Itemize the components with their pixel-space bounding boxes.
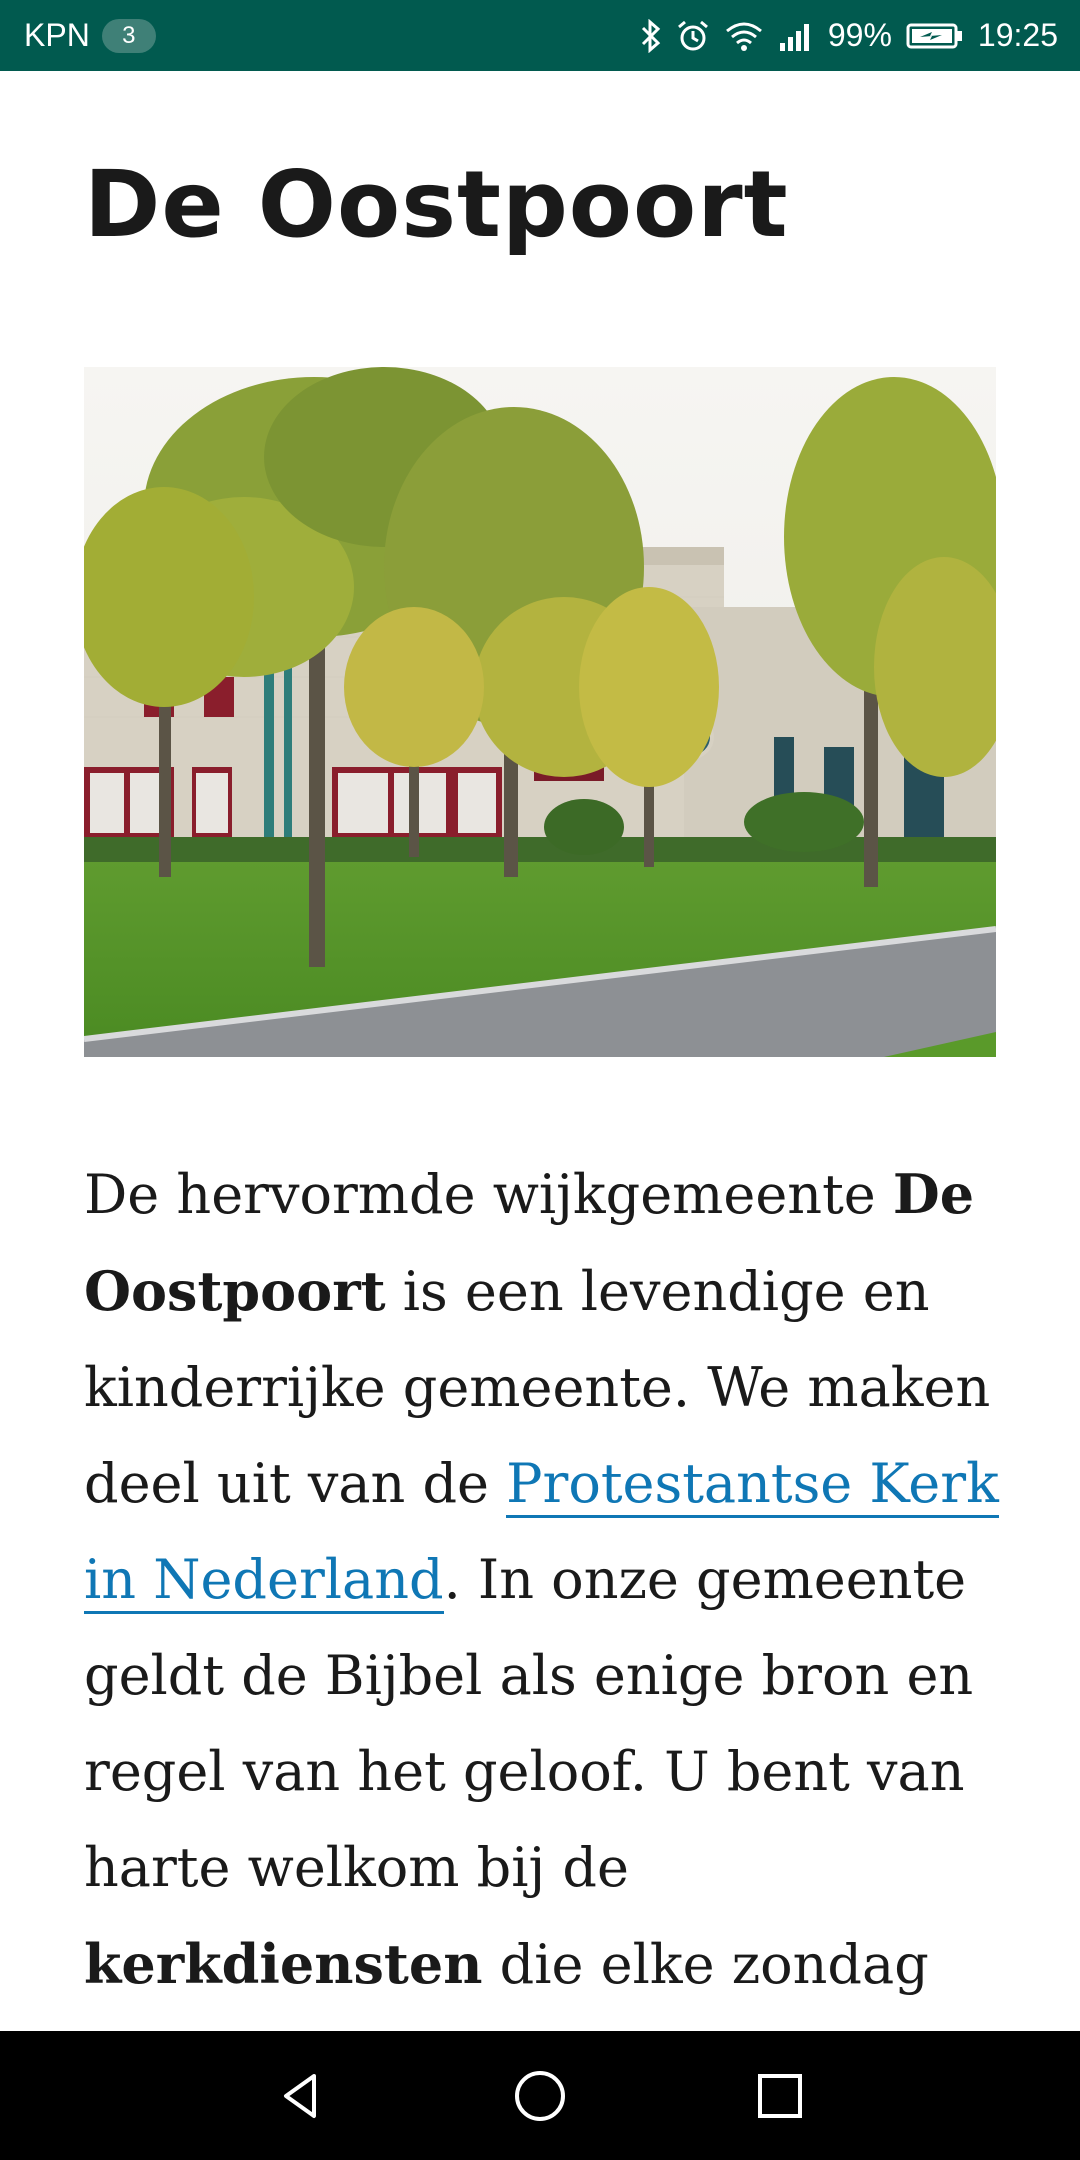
church-photo — [84, 367, 996, 1057]
wifi-icon — [724, 19, 764, 53]
paragraph-text-1: De hervormde wijkgemeente — [84, 1163, 893, 1226]
bluetooth-icon — [640, 18, 662, 53]
intro-paragraph: De hervormde wijkgemeente De Oostpoort i… — [84, 1146, 1014, 2031]
status-bar-right: 99% 19:25 — [640, 0, 1058, 71]
status-bar: KPN 3 99% 19:25 — [0, 0, 1080, 71]
signal-icon — [778, 19, 814, 53]
back-icon[interactable] — [265, 2061, 335, 2131]
page-content: De Oostpoort De hervormde wijkgemeente D… — [0, 71, 1080, 2031]
navigation-bar — [0, 2031, 1080, 2160]
battery-charging-icon — [906, 22, 964, 50]
battery-percent: 99% — [827, 17, 892, 53]
clock: 19:25 — [977, 17, 1058, 53]
status-bar-left: KPN 3 — [24, 0, 156, 71]
home-icon[interactable] — [505, 2061, 575, 2131]
page-title: De Oostpoort — [84, 151, 789, 258]
recents-icon[interactable] — [745, 2061, 815, 2131]
notification-count-badge: 3 — [101, 18, 156, 53]
alarm-icon — [676, 19, 710, 53]
kerkdiensten-bold: kerkdiensten — [84, 1932, 483, 1996]
carrier-label: KPN — [24, 17, 90, 53]
